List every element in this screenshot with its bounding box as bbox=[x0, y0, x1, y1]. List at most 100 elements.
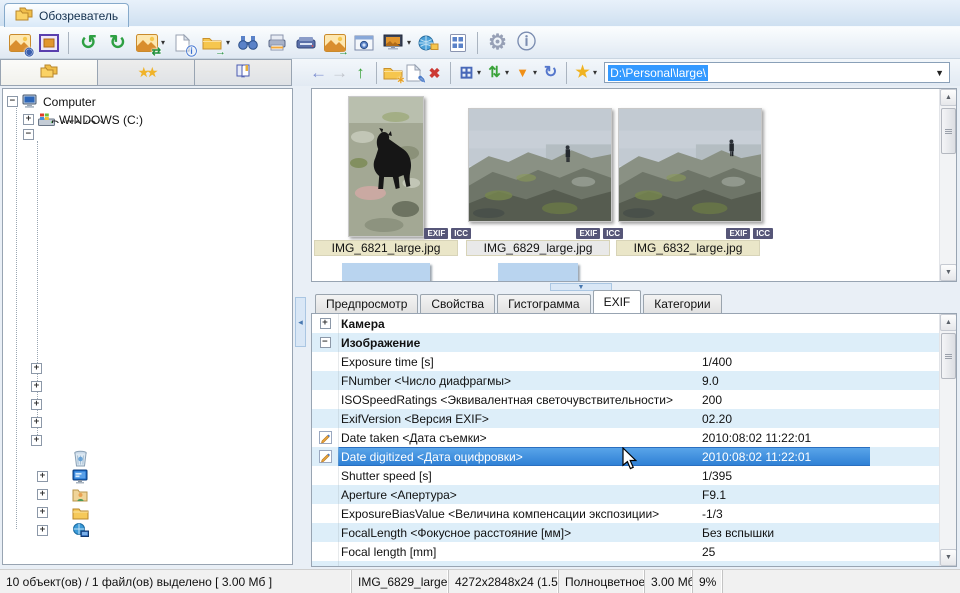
favorites-menu-dropdown-icon[interactable]: ▾ bbox=[593, 68, 597, 77]
address-bar[interactable]: D:\Personal\large\ ▼ bbox=[604, 62, 950, 83]
convert-dropdown-icon[interactable]: ▾ bbox=[161, 38, 165, 47]
exif-row[interactable]: Exposure time [s]1/400 bbox=[312, 352, 939, 371]
tree-item[interactable]: + bbox=[37, 468, 89, 485]
thumbnail-partial-selected[interactable] bbox=[342, 263, 430, 282]
rotate-left-icon[interactable]: ↺ bbox=[75, 29, 102, 56]
vertical-scrollbar[interactable]: ▲▼ bbox=[939, 314, 956, 566]
filter-dropdown-icon[interactable]: ▾ bbox=[533, 68, 537, 77]
vertical-scrollbar[interactable]: ▲▼ bbox=[939, 89, 956, 281]
tree-expand-toggle[interactable]: + bbox=[23, 114, 34, 125]
open-with-icon[interactable]: → bbox=[198, 29, 225, 56]
thumbnail-filename[interactable]: IMG_6821_large.jpg bbox=[314, 240, 458, 256]
tab-категории[interactable]: Категории bbox=[643, 294, 721, 313]
tree-expand-toggle[interactable]: + bbox=[37, 507, 48, 518]
tree-expand-toggle[interactable]: + bbox=[31, 363, 42, 374]
exif-row[interactable]: Aperture <Апертура>F9.1 bbox=[312, 485, 939, 504]
new-folder-icon[interactable]: ∗ bbox=[382, 62, 403, 84]
filter-icon[interactable]: ▼ bbox=[512, 62, 533, 84]
edit-field-icon[interactable] bbox=[319, 450, 332, 463]
print-icon[interactable] bbox=[263, 29, 290, 56]
exif-row[interactable]: ISOSpeedRatings <Эквивалентная светочувс… bbox=[312, 390, 939, 409]
scrollbar-thumb[interactable] bbox=[941, 333, 956, 379]
tree-expand-toggle[interactable]: + bbox=[37, 489, 48, 500]
thumbnail-filename[interactable]: IMG_6832_large.jpg bbox=[616, 240, 760, 256]
acquire-scan-icon[interactable] bbox=[292, 29, 319, 56]
tab-свойства[interactable]: Свойства bbox=[420, 294, 495, 313]
tree-item[interactable]: + bbox=[31, 360, 42, 377]
tree-item-clipped[interactable]: DATA (D:) bbox=[51, 118, 131, 123]
delete-icon[interactable]: ✖ bbox=[424, 62, 445, 84]
settings-icon[interactable]: ⚙ bbox=[484, 29, 511, 56]
tree-item[interactable]: + bbox=[31, 396, 42, 413]
refresh-icon[interactable]: ↻ bbox=[540, 62, 561, 84]
tree-item[interactable]: + bbox=[31, 378, 42, 395]
thumbnail-image[interactable] bbox=[618, 108, 762, 222]
tree-item[interactable]: + bbox=[31, 414, 42, 431]
tree-expand-toggle[interactable]: − bbox=[7, 96, 18, 107]
exif-row[interactable]: Shutter speed [s]1/395 bbox=[312, 466, 939, 485]
exif-group-toggle[interactable]: − bbox=[320, 337, 331, 348]
exif-row-selected[interactable]: Date digitized <Дата оцифровки>2010:08:0… bbox=[312, 447, 939, 466]
edit-field-icon[interactable] bbox=[319, 431, 332, 444]
tree-expand-toggle[interactable]: + bbox=[31, 399, 42, 410]
tree-expand-toggle[interactable]: + bbox=[31, 435, 42, 446]
tab-предпросмотр[interactable]: Предпросмотр bbox=[315, 294, 418, 313]
tree-splitter-handle[interactable]: ◂ bbox=[295, 297, 306, 347]
batch-convert-icon[interactable] bbox=[444, 29, 471, 56]
exif-row[interactable]: FNumber <Число диафрагмы>9.0 bbox=[312, 371, 939, 390]
tab-exif[interactable]: EXIF bbox=[593, 290, 642, 313]
exif-row[interactable]: SubSecTime053 bbox=[312, 561, 939, 567]
convert-icon[interactable]: ⇄ bbox=[133, 29, 160, 56]
favorites-menu-icon[interactable]: ★ bbox=[572, 62, 593, 84]
scroll-up-button[interactable]: ▲ bbox=[940, 314, 957, 331]
thumbnail-image[interactable] bbox=[468, 108, 612, 222]
tree-expand-toggle[interactable]: + bbox=[31, 417, 42, 428]
scrollbar-thumb[interactable] bbox=[941, 108, 956, 154]
scroll-up-button[interactable]: ▲ bbox=[940, 89, 957, 106]
tree-item[interactable]: + bbox=[37, 486, 88, 503]
address-dropdown-icon[interactable]: ▼ bbox=[935, 68, 946, 78]
tree-expand-toggle[interactable]: + bbox=[37, 471, 48, 482]
slideshow-dropdown-icon[interactable]: ▾ bbox=[407, 38, 411, 47]
pane-tab-albums[interactable] bbox=[195, 59, 292, 86]
exif-row[interactable]: Focal length [mm]25 bbox=[312, 542, 939, 561]
view-image-icon[interactable]: ◉ bbox=[6, 29, 33, 56]
exif-row[interactable]: +Камера bbox=[312, 314, 939, 333]
rename-icon[interactable]: ✎ bbox=[403, 62, 424, 84]
tree-expand-toggle[interactable]: + bbox=[37, 525, 48, 536]
export-icon[interactable]: → bbox=[321, 29, 348, 56]
tab-гистограмма[interactable]: Гистограмма bbox=[497, 294, 590, 313]
view-mode-icon[interactable]: ⊞ bbox=[456, 62, 477, 84]
find-icon[interactable] bbox=[234, 29, 261, 56]
up-icon[interactable]: ↑ bbox=[350, 62, 371, 84]
tree-item[interactable] bbox=[73, 450, 88, 467]
pane-tab-folders[interactable] bbox=[0, 59, 98, 86]
thumbnail-filename[interactable]: IMG_6829_large.jpg bbox=[466, 240, 610, 256]
tree-item[interactable]: + bbox=[31, 432, 42, 449]
exif-row[interactable]: FocalLength <Фокусное расстояние [мм]>Бе… bbox=[312, 523, 939, 542]
about-icon[interactable]: ⓘ bbox=[513, 29, 540, 56]
tree-expand-toggle[interactable]: − bbox=[23, 129, 34, 140]
thumbnail-image[interactable] bbox=[348, 96, 424, 237]
slideshow-icon[interactable] bbox=[379, 29, 406, 56]
forward-icon[interactable]: → bbox=[329, 62, 350, 84]
exif-row[interactable]: ExifVersion <Версия EXIF>02.20 bbox=[312, 409, 939, 428]
exif-row[interactable]: ExposureBiasValue <Величина компенсации … bbox=[312, 504, 939, 523]
scroll-down-button[interactable]: ▼ bbox=[940, 264, 957, 281]
fullscreen-icon[interactable] bbox=[35, 29, 62, 56]
thumbnail-partial-selected[interactable] bbox=[498, 263, 578, 282]
tree-item-computer[interactable]: −Computer bbox=[7, 93, 96, 110]
tree-expand-toggle[interactable]: + bbox=[31, 381, 42, 392]
sort-dropdown-icon[interactable]: ▾ bbox=[505, 68, 509, 77]
view-mode-dropdown-icon[interactable]: ▾ bbox=[477, 68, 481, 77]
properties-icon[interactable]: ⓘ bbox=[169, 29, 196, 56]
browser-window-tab[interactable]: Обозреватель bbox=[4, 3, 129, 27]
screen-capture-icon[interactable] bbox=[350, 29, 377, 56]
back-icon[interactable]: ← bbox=[308, 62, 329, 84]
sort-icon[interactable]: ⇅ bbox=[484, 62, 505, 84]
exif-group-toggle[interactable]: + bbox=[320, 318, 331, 329]
tree-item[interactable]: + bbox=[37, 504, 89, 521]
rotate-right-icon[interactable]: ↻ bbox=[104, 29, 131, 56]
scroll-down-button[interactable]: ▼ bbox=[940, 549, 957, 566]
upload-web-icon[interactable] bbox=[415, 29, 442, 56]
